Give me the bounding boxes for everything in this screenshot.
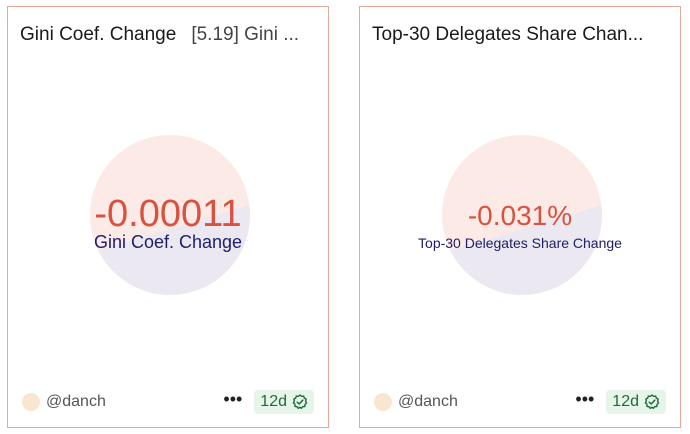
card-title[interactable]: Gini Coef. Change — [20, 24, 176, 46]
card-title[interactable]: Top-30 Delegates Share Chan... — [372, 24, 643, 46]
metric-label: Gini Coef. Change — [93, 232, 243, 252]
age-text: 12d — [260, 393, 287, 410]
metric-card-top30[interactable]: Top-30 Delegates Share Chan... -0.031% T… — [359, 6, 681, 428]
metric-value: -0.031% — [467, 200, 573, 231]
more-options-button[interactable]: ••• — [575, 390, 594, 410]
metric-value: -0.00011 — [94, 193, 242, 235]
avatar[interactable] — [374, 393, 392, 411]
more-options-button[interactable]: ••• — [223, 390, 242, 410]
card-footer: @danch ••• 12d — [374, 389, 666, 415]
verified-check-icon — [292, 394, 308, 409]
age-badge: 12d — [606, 390, 666, 414]
card-header: Gini Coef. Change [5.19] Gini ... — [20, 20, 316, 50]
author-handle[interactable]: @danch — [398, 393, 458, 411]
metric-label: Top-30 Delegates Share Change — [418, 235, 622, 251]
card-subtitle[interactable]: [5.19] Gini ... — [191, 24, 299, 46]
author-handle[interactable]: @danch — [46, 393, 106, 411]
age-badge: 12d — [254, 390, 314, 414]
card-footer: @danch ••• 12d — [22, 389, 314, 415]
verified-check-icon — [644, 394, 660, 409]
avatar[interactable] — [22, 393, 40, 411]
card-header: Top-30 Delegates Share Chan... — [372, 20, 668, 50]
age-text: 12d — [612, 393, 639, 410]
metric-card-gini[interactable]: Gini Coef. Change [5.19] Gini ... -0.000… — [7, 6, 329, 428]
